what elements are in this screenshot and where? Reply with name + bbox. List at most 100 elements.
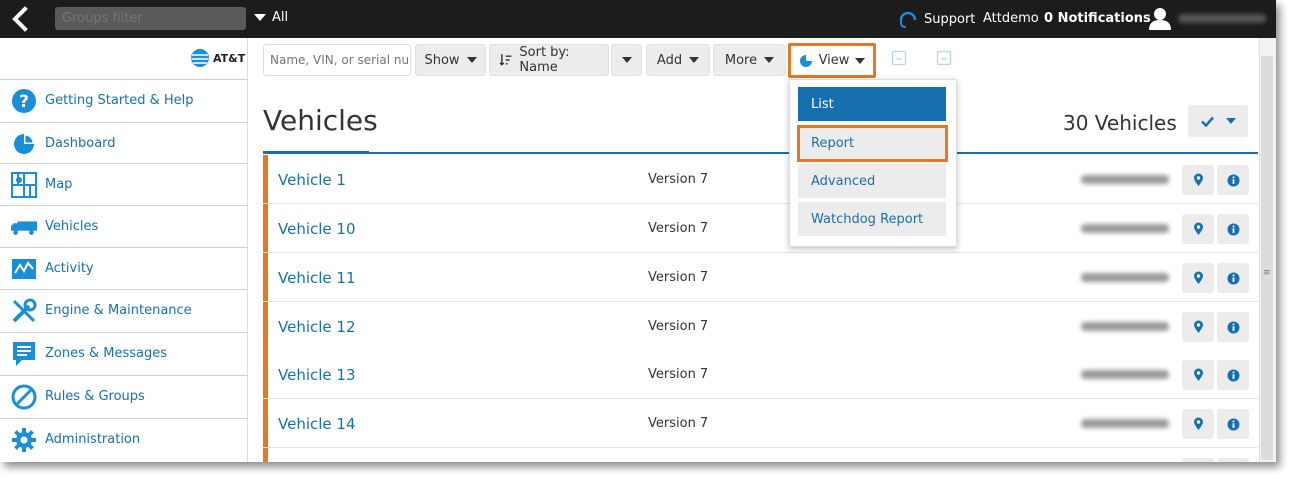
info-button[interactable] bbox=[1217, 458, 1249, 462]
row-status-accent bbox=[263, 448, 268, 462]
truck-icon bbox=[11, 214, 37, 240]
brand-name: AT&T bbox=[213, 51, 246, 65]
view-label: View bbox=[818, 53, 850, 68]
sidebar-item-getting-started[interactable]: ? Getting Started & Help bbox=[0, 79, 247, 121]
map-pin-icon bbox=[1193, 417, 1203, 430]
wrench-icon bbox=[11, 298, 37, 324]
groups-filter-input[interactable] bbox=[55, 7, 246, 30]
user-avatar-icon[interactable] bbox=[1148, 6, 1172, 34]
pie-chart-icon bbox=[11, 131, 37, 157]
page-title: Vehicles bbox=[263, 104, 378, 137]
table-row[interactable] bbox=[263, 448, 1258, 462]
caret-down-icon bbox=[1225, 118, 1236, 124]
map-pin-button[interactable] bbox=[1182, 165, 1214, 195]
scrollbar-thumb[interactable] bbox=[1261, 56, 1273, 460]
sort-icon bbox=[499, 54, 512, 66]
info-button[interactable] bbox=[1217, 165, 1249, 195]
select-all-button[interactable] bbox=[1188, 105, 1248, 137]
info-button[interactable] bbox=[1217, 409, 1249, 439]
row-status-accent bbox=[263, 302, 268, 350]
caret-down-icon bbox=[254, 14, 266, 21]
vehicle-search-input[interactable] bbox=[263, 44, 411, 76]
app-window: All Support Attdemo 0 Notifications AT&T… bbox=[0, 0, 1276, 462]
table-row[interactable]: Vehicle 10 Version 7 bbox=[263, 204, 1258, 253]
show-button[interactable]: Show bbox=[415, 44, 486, 76]
notifications-link[interactable]: 0 Notifications bbox=[1044, 11, 1151, 26]
info-icon bbox=[1227, 418, 1239, 430]
sidebar-item-label: Activity bbox=[45, 261, 94, 276]
sidebar-item-label: Vehicles bbox=[45, 219, 99, 234]
info-icon bbox=[1227, 369, 1239, 381]
info-icon bbox=[1227, 272, 1239, 284]
vehicle-name-link[interactable]: Vehicle 1 bbox=[278, 171, 346, 189]
more-button[interactable]: More bbox=[713, 44, 786, 76]
add-button[interactable]: Add bbox=[646, 44, 710, 76]
map-pin-button[interactable] bbox=[1182, 409, 1214, 439]
sidebar-item-dashboard[interactable]: Dashboard bbox=[0, 122, 247, 164]
vehicle-name-link[interactable]: Vehicle 13 bbox=[278, 366, 356, 384]
view-menu-item-watchdog-report[interactable]: Watchdog Report bbox=[798, 202, 946, 236]
info-button[interactable] bbox=[1217, 263, 1249, 293]
vehicle-version: Version 7 bbox=[648, 221, 709, 236]
sidebar-item-label: Getting Started & Help bbox=[45, 93, 194, 108]
info-icon bbox=[1227, 321, 1239, 333]
user-name[interactable]: Attdemo bbox=[983, 11, 1039, 26]
table-row[interactable]: Vehicle 13 Version 7 bbox=[263, 350, 1258, 399]
info-button[interactable] bbox=[1217, 214, 1249, 244]
vehicle-name-link[interactable]: Vehicle 12 bbox=[278, 318, 356, 336]
map-pin-button[interactable] bbox=[1182, 360, 1214, 390]
vehicle-serial-redacted bbox=[1081, 370, 1169, 379]
info-button[interactable] bbox=[1217, 312, 1249, 342]
sidebar-item-label: Zones & Messages bbox=[45, 346, 168, 361]
att-globe-icon bbox=[191, 49, 209, 67]
add-label: Add bbox=[656, 52, 683, 68]
vehicle-name-link[interactable]: Vehicle 14 bbox=[278, 415, 356, 433]
vehicle-name-link[interactable]: Vehicle 11 bbox=[278, 269, 356, 287]
save-as-icon[interactable] bbox=[936, 50, 952, 66]
info-button[interactable] bbox=[1217, 360, 1249, 390]
view-menu-item-advanced[interactable]: Advanced bbox=[798, 164, 946, 198]
view-button[interactable]: View bbox=[793, 47, 871, 74]
sidebar-item-engine-maintenance[interactable]: Engine & Maintenance bbox=[0, 289, 247, 331]
sidebar: AT&T ? Getting Started & Help Dashboard … bbox=[0, 38, 248, 462]
sidebar-item-map[interactable]: Map bbox=[0, 163, 247, 205]
support-label: Support bbox=[924, 11, 976, 27]
save-icon[interactable] bbox=[891, 50, 907, 66]
sort-button[interactable]: Sort by: Name bbox=[489, 44, 609, 76]
title-underline bbox=[263, 151, 369, 154]
map-pin-button[interactable] bbox=[1182, 263, 1214, 293]
row-status-accent bbox=[263, 350, 268, 398]
map-pin-button[interactable] bbox=[1182, 214, 1214, 244]
sidebar-item-zones-messages[interactable]: Zones & Messages bbox=[0, 332, 247, 374]
back-arrow-icon[interactable] bbox=[8, 6, 34, 32]
row-status-accent bbox=[263, 253, 268, 301]
view-menu-item-list[interactable]: List bbox=[798, 87, 946, 121]
groups-scope-dropdown[interactable]: All bbox=[254, 10, 288, 25]
table-row[interactable]: Vehicle 1 Version 7 bbox=[263, 155, 1258, 204]
gear-icon bbox=[11, 427, 37, 453]
sidebar-item-administration[interactable]: Administration bbox=[0, 418, 247, 460]
activity-chart-icon bbox=[11, 256, 37, 282]
vehicle-serial-redacted bbox=[1081, 419, 1169, 428]
table-row[interactable]: Vehicle 12 Version 7 bbox=[263, 302, 1258, 351]
vehicle-count: 30 Vehicles bbox=[1063, 111, 1177, 135]
vehicle-serial-redacted bbox=[1081, 322, 1169, 331]
support-link[interactable]: Support bbox=[898, 8, 975, 30]
vehicle-version: Version 7 bbox=[648, 172, 709, 187]
show-label: Show bbox=[424, 52, 460, 68]
table-row[interactable]: Vehicle 11 Version 7 bbox=[263, 253, 1258, 302]
vehicle-version: Version 7 bbox=[648, 270, 709, 285]
user-email-redacted bbox=[1178, 14, 1266, 23]
sidebar-item-activity[interactable]: Activity bbox=[0, 247, 247, 289]
vehicle-name-link[interactable]: Vehicle 10 bbox=[278, 220, 356, 238]
sort-dropdown-toggle[interactable] bbox=[611, 44, 642, 76]
map-icon bbox=[11, 171, 37, 198]
map-pin-button[interactable] bbox=[1182, 312, 1214, 342]
sidebar-item-vehicles[interactable]: Vehicles bbox=[0, 205, 247, 247]
map-pin-button[interactable] bbox=[1182, 458, 1214, 462]
caret-down-icon bbox=[764, 57, 775, 63]
table-row[interactable]: Vehicle 14 Version 7 bbox=[263, 399, 1258, 448]
sidebar-item-rules-groups[interactable]: Rules & Groups bbox=[0, 375, 247, 417]
vehicle-serial-redacted bbox=[1081, 175, 1169, 184]
info-icon bbox=[1227, 223, 1239, 235]
